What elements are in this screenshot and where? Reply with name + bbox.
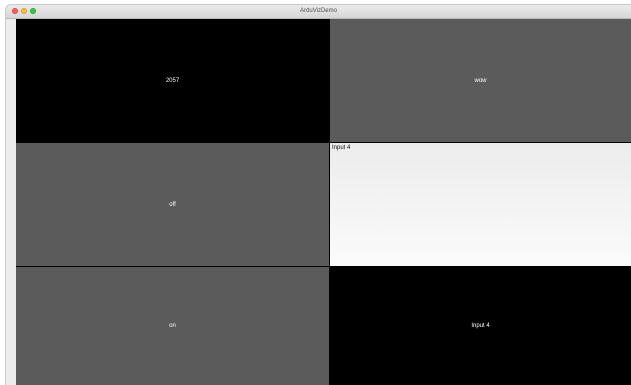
app-window: ArduVizDemo 2057 wow off Input 4 on Inpu… <box>6 5 631 385</box>
title-bar[interactable]: ArduVizDemo <box>6 5 631 19</box>
value-tile-middle-left: off <box>16 143 329 266</box>
window-title: ArduVizDemo <box>300 8 337 14</box>
value-tile-bottom-left: on <box>16 267 329 385</box>
value-tile-bottom-right: Input 4 <box>330 267 631 385</box>
input-label: Input 4 <box>332 145 351 151</box>
dashboard-grid: 2057 wow off Input 4 on Input 4 <box>16 19 631 385</box>
value-display-wow: wow <box>474 77 487 84</box>
value-tile-top-right: wow <box>330 19 631 142</box>
value-display-2057: 2057 <box>165 77 180 84</box>
desktop: ArduVizDemo 2057 wow off Input 4 on Inpu… <box>0 0 631 385</box>
value-display-on: on <box>169 323 176 329</box>
input-tile[interactable]: Input 4 <box>330 143 631 266</box>
value-display-off: off <box>169 201 176 208</box>
value-tile-top-left: 2057 <box>16 19 329 142</box>
value-display-input: Input 4 <box>471 323 490 329</box>
